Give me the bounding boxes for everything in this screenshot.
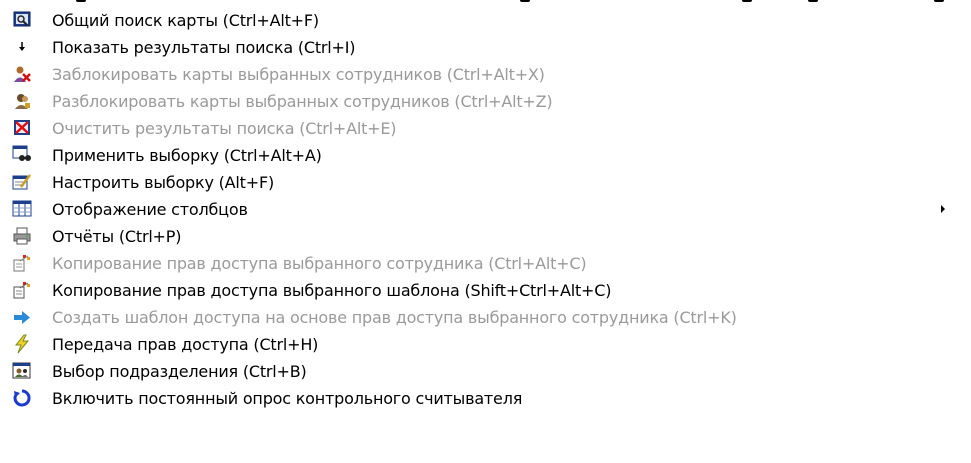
columns-icon bbox=[12, 199, 32, 219]
text-fragment bbox=[76, 0, 86, 2]
menu-item-reports[interactable]: Отчёты (Ctrl+P) bbox=[0, 223, 971, 249]
configure-filter-icon bbox=[12, 172, 32, 192]
copy-rights-template-icon bbox=[12, 280, 32, 300]
lightning-icon bbox=[12, 334, 32, 354]
menu-item-label: Настроить выборку (Alt+F) bbox=[52, 172, 274, 192]
menu-item-label: Выбор подразделения (Ctrl+B) bbox=[52, 361, 307, 381]
menu-item-unblock-cards[interactable]: Разблокировать карты выбранных сотрудник… bbox=[0, 88, 971, 114]
menu-item-clear-results[interactable]: Очистить результаты поиска (Ctrl+Alt+E) bbox=[0, 115, 971, 141]
menu-item-label: Отображение столбцов bbox=[52, 199, 248, 219]
menu-item-configure-filter[interactable]: Настроить выборку (Alt+F) bbox=[0, 169, 971, 195]
menu-item-label: Копирование прав доступа выбранного шабл… bbox=[52, 280, 612, 300]
apply-filter-icon bbox=[12, 145, 32, 165]
menu-item-label: Применить выборку (Ctrl+Alt+A) bbox=[52, 145, 322, 165]
printer-icon bbox=[12, 226, 32, 246]
text-fragment bbox=[934, 0, 944, 2]
text-fragment bbox=[520, 0, 530, 2]
submenu-arrow-icon bbox=[941, 205, 945, 213]
menu-item-label: Общий поиск карты (Ctrl+Alt+F) bbox=[52, 10, 319, 30]
menu-item-label: Показать результаты поиска (Ctrl+I) bbox=[52, 37, 356, 57]
menu-item-label: Заблокировать карты выбранных сотруднико… bbox=[52, 64, 545, 84]
down-arrow-icon bbox=[12, 37, 32, 57]
department-icon bbox=[12, 361, 32, 381]
menu-item-select-department[interactable]: Выбор подразделения (Ctrl+B) bbox=[0, 358, 971, 384]
copy-rights-icon bbox=[12, 253, 32, 273]
menu-item-transfer-rights[interactable]: Передача прав доступа (Ctrl+H) bbox=[0, 331, 971, 357]
menu-item-label: Очистить результаты поиска (Ctrl+Alt+E) bbox=[52, 118, 397, 138]
unblock-user-icon bbox=[12, 91, 32, 111]
menu-item-columns-display[interactable]: Отображение столбцов bbox=[0, 196, 971, 222]
menu-item-label: Включить постоянный опрос контрольного с… bbox=[52, 388, 523, 408]
context-menu: Общий поиск карты (Ctrl+Alt+F) Показать … bbox=[0, 4, 971, 463]
menu-item-enable-polling[interactable]: Включить постоянный опрос контрольного с… bbox=[0, 385, 971, 411]
menu-item-label: Разблокировать карты выбранных сотрудник… bbox=[52, 91, 553, 111]
menu-item-label: Создать шаблон доступа на основе прав до… bbox=[52, 307, 737, 327]
menu-item-label: Копирование прав доступа выбранного сотр… bbox=[52, 253, 587, 273]
menu-item-create-access-template[interactable]: Создать шаблон доступа на основе прав до… bbox=[0, 304, 971, 330]
menu-item-show-results[interactable]: Показать результаты поиска (Ctrl+I) bbox=[0, 34, 971, 60]
menu-item-label: Отчёты (Ctrl+P) bbox=[52, 226, 182, 246]
menu-item-search-card[interactable]: Общий поиск карты (Ctrl+Alt+F) bbox=[0, 7, 971, 33]
text-fragment bbox=[742, 0, 752, 2]
right-arrow-icon bbox=[12, 307, 32, 327]
menu-item-copy-employee-rights[interactable]: Копирование прав доступа выбранного сотр… bbox=[0, 250, 971, 276]
block-user-icon bbox=[12, 64, 32, 84]
search-card-icon bbox=[12, 10, 32, 30]
text-fragment bbox=[808, 0, 818, 2]
menu-item-copy-template-rights[interactable]: Копирование прав доступа выбранного шабл… bbox=[0, 277, 971, 303]
refresh-icon bbox=[12, 388, 32, 408]
menu-item-label: Передача прав доступа (Ctrl+H) bbox=[52, 334, 319, 354]
menu-item-apply-filter[interactable]: Применить выборку (Ctrl+Alt+A) bbox=[0, 142, 971, 168]
menu-item-block-cards[interactable]: Заблокировать карты выбранных сотруднико… bbox=[0, 61, 971, 87]
clear-results-icon bbox=[12, 118, 32, 138]
